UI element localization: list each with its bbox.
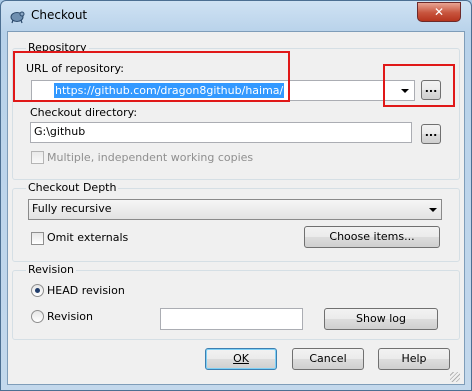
depth-selected-value: Fully recursive — [32, 202, 112, 215]
close-button[interactable]: ✕ — [417, 2, 461, 22]
revision-label: Revision — [47, 310, 93, 323]
highlight-box-browse — [383, 64, 455, 107]
help-button[interactable]: Help — [378, 348, 450, 370]
chevron-down-icon[interactable] — [429, 208, 437, 212]
head-revision-label: HEAD revision — [47, 284, 125, 297]
multiple-wc-label: Multiple, independent working copies — [47, 151, 254, 164]
ok-button[interactable]: OK — [205, 348, 277, 370]
choose-items-button[interactable]: Choose items... — [304, 226, 440, 248]
head-revision-radio[interactable] — [31, 284, 44, 297]
checkout-dir-input[interactable]: G:\github — [30, 122, 412, 143]
resize-grip[interactable] — [450, 372, 460, 382]
dir-browse-button[interactable]: ... — [421, 124, 441, 144]
revision-group-label: Revision — [26, 263, 76, 276]
revision-input[interactable] — [160, 308, 303, 330]
multiple-wc-checkbox[interactable] — [31, 151, 44, 164]
show-log-button[interactable]: Show log — [324, 308, 438, 330]
omit-externals-label: Omit externals — [47, 231, 129, 244]
checkout-dir-label: Checkout directory: — [30, 106, 138, 119]
checkout-dialog: Checkout ✕ Repository URL of repository:… — [0, 0, 472, 391]
window-title: Checkout — [31, 8, 88, 22]
radio-selected-dot — [35, 288, 40, 293]
tortoise-app-icon — [10, 11, 25, 24]
depth-dropdown[interactable]: Fully recursive — [28, 199, 442, 220]
title-bar[interactable]: Checkout ✕ — [1, 1, 471, 31]
checkout-depth-group-label: Checkout Depth — [26, 181, 119, 194]
ok-button-label: OK — [233, 352, 249, 365]
highlight-box-url — [13, 51, 290, 102]
cancel-button[interactable]: Cancel — [292, 348, 364, 370]
omit-externals-checkbox[interactable] — [31, 232, 44, 245]
revision-radio[interactable] — [31, 310, 44, 323]
